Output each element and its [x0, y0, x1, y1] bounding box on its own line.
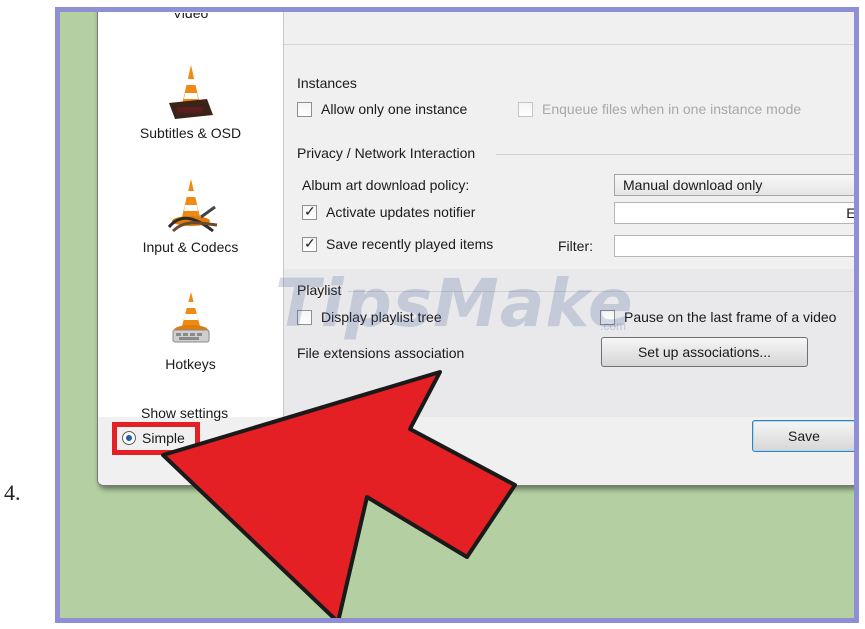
save-button[interactable]: Save: [752, 420, 854, 452]
sidebar-item-subtitles-osd[interactable]: Subtitles & OSD: [98, 63, 283, 141]
updates-interval-field[interactable]: Ever: [614, 202, 854, 224]
file-extensions-label: File extensions association: [297, 345, 465, 361]
group-divider: [496, 154, 854, 155]
checkbox-label: Save recently played items: [326, 236, 494, 252]
sidebar-item-input-codecs[interactable]: Input & Codecs: [98, 177, 283, 255]
enqueue-files-checkbox[interactable]: Enqueue files when in one instance mode: [518, 101, 801, 117]
section-title-instances: Instances: [297, 75, 357, 91]
checkbox-label: Enqueue files when in one instance mode: [542, 101, 802, 117]
album-art-policy-select[interactable]: Manual download only: [614, 174, 854, 196]
vlc-cone-icon: [167, 179, 217, 233]
save-recent-checkbox[interactable]: Save recently played items: [302, 235, 494, 252]
sidebar-item-video[interactable]: Video: [98, 13, 283, 27]
step-number: 4.: [4, 480, 21, 505]
allow-one-instance-checkbox[interactable]: Allow only one instance: [297, 101, 467, 117]
checkbox-label: Allow only one instance: [321, 101, 468, 117]
checkbox-label: Activate updates notifier: [326, 204, 476, 220]
watermark: TipsMake: [275, 265, 634, 342]
preferences-sidebar: Video Subtitles & OSD Input & Codecs Hot…: [98, 12, 284, 417]
watermark-suffix: .com: [600, 319, 627, 333]
screenshot-frame: Video Subtitles & OSD Input & Codecs Hot…: [55, 7, 859, 623]
section-title-privacy: Privacy / Network Interaction: [297, 145, 476, 161]
sidebar-item-label: Input & Codecs: [142, 239, 239, 255]
filter-label: Filter:: [558, 238, 593, 254]
checkbox-box[interactable]: [518, 101, 533, 117]
sidebar-item-hotkeys[interactable]: Hotkeys: [98, 290, 283, 372]
checkbox-box[interactable]: [302, 203, 317, 220]
vlc-cone-icon: [172, 292, 209, 343]
sidebar-item-label: Subtitles & OSD: [139, 125, 242, 141]
divider: [284, 44, 854, 45]
filter-input[interactable]: [614, 235, 854, 257]
activate-updates-checkbox[interactable]: Activate updates notifier: [302, 203, 476, 220]
checkbox-box[interactable]: [302, 235, 317, 252]
vlc-cone-icon: [168, 65, 213, 119]
red-arrow-icon: [161, 370, 517, 618]
checkbox-box[interactable]: [297, 101, 312, 117]
sidebar-item-label: Video: [172, 13, 209, 21]
checkbox-label: Pause on the last frame of a video: [624, 309, 837, 325]
album-art-label: Album art download policy:: [302, 177, 470, 193]
pause-last-frame-checkbox[interactable]: Pause on the last frame of a video: [600, 309, 836, 325]
